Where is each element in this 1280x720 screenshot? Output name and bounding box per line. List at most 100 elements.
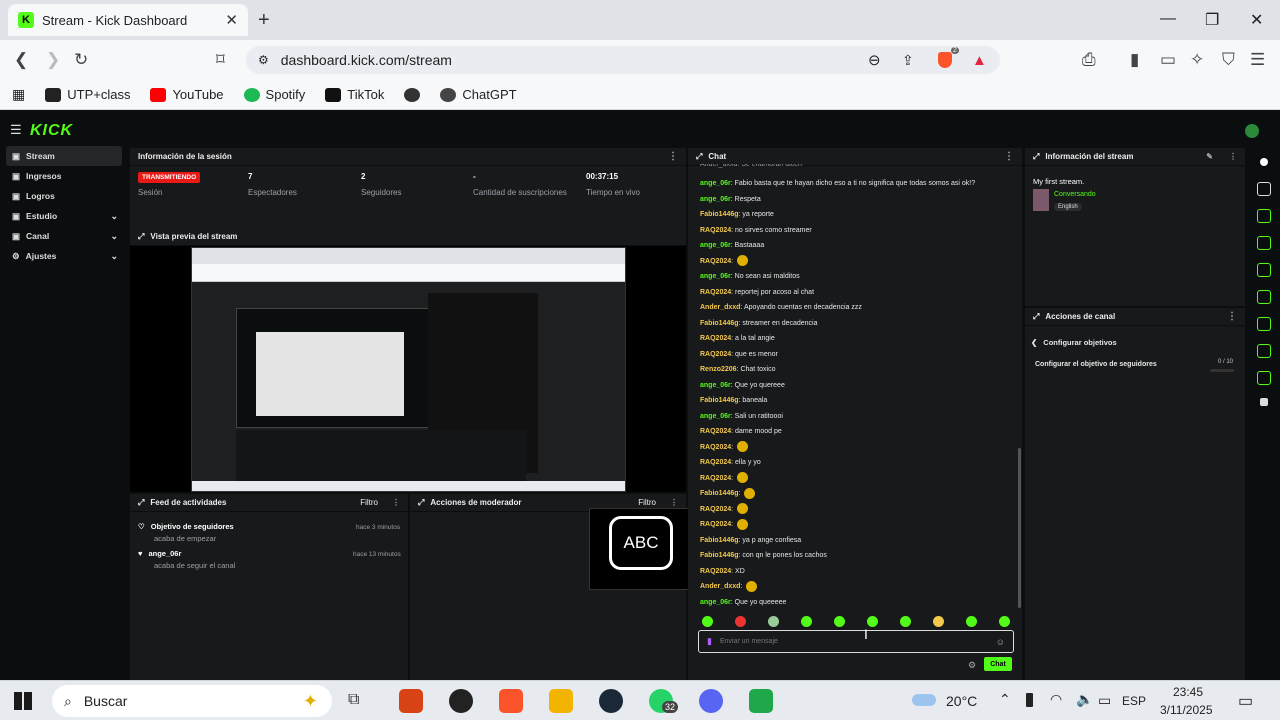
chat-username[interactable]: Renzo2206	[700, 366, 737, 373]
emote-icon[interactable]	[900, 616, 911, 627]
bookmark-tiktok[interactable]: TikTok	[325, 87, 384, 102]
chat-username[interactable]: Fabio1446g	[700, 397, 739, 404]
forward-icon[interactable]: ❯	[46, 50, 60, 70]
site-info-icon[interactable]: ⚙	[258, 53, 269, 67]
expand-icon[interactable]: ⤢	[138, 232, 144, 242]
sidebar-item-ingresos[interactable]: ▣ Ingresos	[6, 166, 122, 186]
vpn-icon[interactable]: ⛉	[1222, 50, 1235, 70]
new-tab-icon[interactable]: +	[258, 9, 270, 32]
shield-icon[interactable]	[1257, 317, 1271, 331]
expand-icon[interactable]: ⤢	[696, 152, 702, 162]
emote-icon[interactable]	[966, 616, 977, 627]
send-chat-button[interactable]: Chat	[984, 657, 1012, 671]
clock-date[interactable]: 3/11/2025	[1160, 703, 1213, 717]
app-green-icon[interactable]	[749, 689, 773, 713]
wallet-icon[interactable]: ▭	[1160, 50, 1176, 70]
chat-username[interactable]: RAQ2024	[700, 335, 731, 342]
chat-username[interactable]: ange_06r	[700, 196, 731, 203]
reader-icon[interactable]: ⎙	[1082, 50, 1096, 70]
chat-username[interactable]: RAQ2024	[700, 444, 731, 451]
add-widget-icon[interactable]	[1260, 398, 1268, 406]
emote-icon[interactable]	[933, 616, 944, 627]
chat-username[interactable]: RAQ2024	[700, 506, 731, 513]
battery-icon[interactable]	[1026, 693, 1033, 707]
bookmark-icon[interactable]: ⌑	[216, 50, 225, 70]
bookmark-spotify[interactable]: Spotify	[243, 87, 305, 102]
close-window-icon[interactable]: ✕	[1250, 10, 1263, 30]
chat-username[interactable]: ange_06r	[700, 599, 731, 606]
sidebar-toggle-icon[interactable]: ▮	[1130, 50, 1139, 70]
filter-button[interactable]: Filtro	[360, 498, 378, 507]
steam-icon[interactable]	[599, 689, 623, 713]
obs-icon[interactable]	[449, 689, 473, 713]
user-avatar[interactable]	[1245, 124, 1259, 138]
sidebar-item-canal[interactable]: ▣ Canal ⌄	[6, 226, 122, 246]
chat-username[interactable]: ange_06r	[700, 180, 731, 187]
handwriting-overlay[interactable]: ABC	[589, 508, 689, 590]
layout-icon[interactable]	[1257, 344, 1271, 358]
taskbar-search[interactable]: ⌕ Buscar ✦	[52, 685, 332, 717]
chevron-up-icon[interactable]: ⌃	[999, 691, 1011, 708]
emote-icon[interactable]	[999, 616, 1010, 627]
edit-icon[interactable]	[1257, 182, 1271, 196]
brave-icon[interactable]	[499, 689, 523, 713]
wifi-icon[interactable]: ◠	[1050, 691, 1062, 708]
file-explorer-icon[interactable]	[549, 689, 573, 713]
battery-tray-icon[interactable]: ▭	[1098, 692, 1111, 709]
sidebar-item-logros[interactable]: ▣ Logros	[6, 186, 122, 206]
camera-icon[interactable]	[1257, 209, 1271, 223]
chat-username[interactable]: RAQ2024	[700, 521, 731, 528]
bookmark-utp[interactable]: UTP+class	[45, 87, 130, 102]
menu-icon[interactable]: ☰	[1250, 50, 1265, 70]
more-icon[interactable]: ⋮	[668, 151, 678, 162]
chat-username[interactable]: Ander_dxxd	[700, 304, 740, 311]
back-icon[interactable]: ❮	[14, 50, 28, 70]
bookmark-youtube[interactable]: YouTube	[150, 87, 224, 102]
reload-icon[interactable]: ↻	[74, 50, 88, 70]
wrench-icon[interactable]	[1257, 371, 1271, 385]
chat-username[interactable]: RAQ2024	[700, 428, 731, 435]
apps-icon[interactable]: ▦	[12, 86, 25, 103]
chat-username[interactable]: RAQ2024	[700, 459, 731, 466]
more-icon[interactable]: ⋮	[670, 498, 678, 507]
kick-logo[interactable]: KICK	[30, 122, 73, 140]
emote-icon[interactable]	[867, 616, 878, 627]
clip-icon[interactable]	[1257, 263, 1271, 277]
chat-username[interactable]: RAQ2024	[700, 289, 731, 296]
hamburger-icon[interactable]: ☰	[10, 122, 22, 138]
sidebar-item-estudio[interactable]: ▣ Estudio ⌄	[6, 206, 122, 226]
chat-username[interactable]: RAQ2024	[700, 258, 731, 265]
brave-rewards-icon[interactable]: ▲	[972, 52, 987, 69]
chat-username[interactable]: ange_06r	[700, 382, 731, 389]
bolt-icon[interactable]	[1257, 236, 1271, 250]
task-view-icon[interactable]: ⧉	[348, 691, 372, 715]
expand-icon[interactable]: ⤢	[138, 498, 144, 508]
chat-username[interactable]: RAQ2024	[700, 227, 731, 234]
emote-icon[interactable]	[768, 616, 779, 627]
chat-username[interactable]: ange_06r	[700, 413, 731, 420]
bookmark-chatgpt[interactable]: ChatGPT	[440, 87, 517, 102]
edit-icon[interactable]: ✎	[1206, 152, 1213, 161]
language-indicator[interactable]: ESP	[1122, 694, 1146, 708]
clock-time[interactable]: 23:45	[1173, 685, 1203, 699]
more-icon[interactable]: ⋮	[392, 498, 400, 507]
minimize-icon[interactable]: —	[1160, 10, 1176, 28]
close-tab-icon[interactable]: ✕	[225, 11, 238, 29]
notifications-icon[interactable]: ▭	[1238, 691, 1253, 711]
chat-username[interactable]: RAQ2024	[700, 351, 731, 358]
leo-ai-icon[interactable]: ✧	[1190, 50, 1204, 70]
share-icon[interactable]: ⇪	[902, 52, 914, 69]
browser-tab[interactable]: K Stream - Kick Dashboard ✕	[8, 4, 248, 36]
mic-icon[interactable]: ▮	[707, 636, 712, 647]
emote-icon[interactable]	[834, 616, 845, 627]
bookmark-globe[interactable]	[404, 87, 421, 102]
zoom-icon[interactable]: ⊖	[868, 51, 881, 69]
emote-icon[interactable]	[735, 616, 746, 627]
chat-scrollbar[interactable]	[1018, 448, 1021, 608]
chat-username[interactable]: Fabio1446g	[700, 211, 739, 218]
chat-username[interactable]: ange_06r	[700, 273, 731, 280]
app-4-icon[interactable]	[399, 689, 423, 713]
follower-goal-item[interactable]: Configurar el objetivo de seguidores	[1035, 361, 1157, 368]
filter-button[interactable]: Filtro	[638, 498, 656, 507]
category-link[interactable]: Conversando	[1054, 191, 1096, 198]
